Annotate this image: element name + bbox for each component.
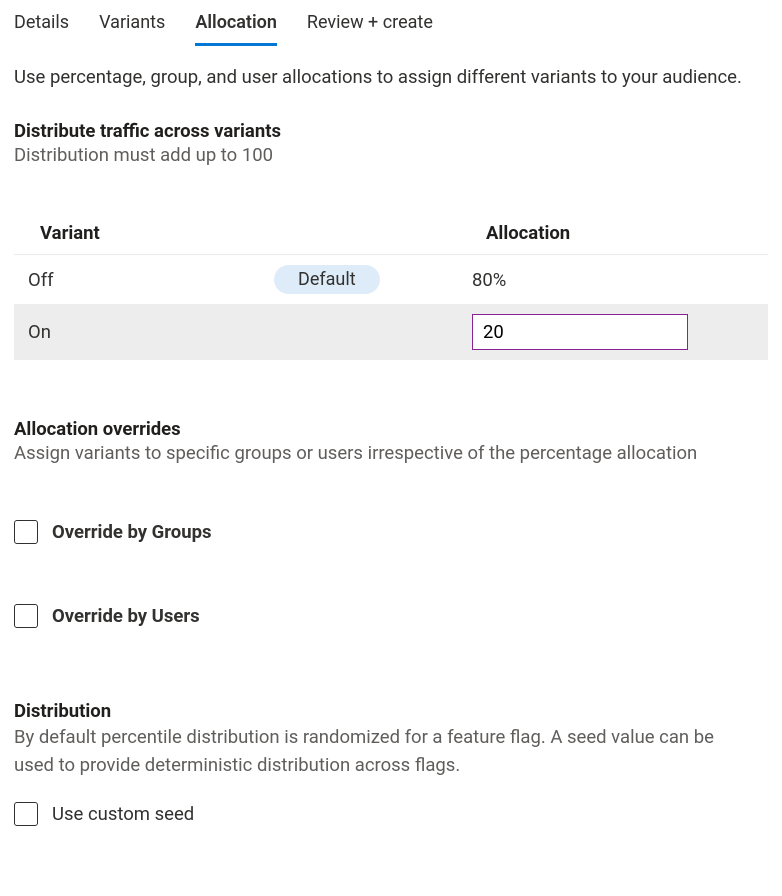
table-row: On [14, 304, 768, 360]
table-header: Variant Allocation [14, 210, 768, 255]
distribution-title: Distribution [14, 700, 768, 722]
override-users-label[interactable]: Override by Users [52, 605, 200, 627]
overrides-subtext: Assign variants to specific groups or us… [14, 442, 714, 464]
content-area: Use percentage, group, and user allocati… [0, 46, 782, 840]
header-allocation: Allocation [486, 222, 756, 244]
intro-text: Use percentage, group, and user allocati… [14, 66, 768, 88]
tab-details[interactable]: Details [14, 12, 69, 46]
distribute-section: Distribute traffic across variants Distr… [14, 120, 768, 360]
override-groups-checkbox[interactable] [14, 520, 38, 544]
override-users-row: Override by Users [14, 604, 768, 628]
table-row: Off Default 80% [14, 255, 768, 304]
allocation-on-cell [472, 314, 756, 350]
distribute-title: Distribute traffic across variants [14, 120, 768, 142]
allocation-input[interactable] [472, 314, 688, 350]
tab-variants[interactable]: Variants [99, 12, 165, 46]
tab-allocation[interactable]: Allocation [195, 12, 277, 46]
allocation-off: 80% [472, 269, 756, 291]
overrides-title: Allocation overrides [14, 418, 768, 440]
tab-review-create[interactable]: Review + create [307, 12, 433, 46]
use-seed-row: Use custom seed [14, 802, 768, 826]
distribution-subtext: By default percentile distribution is ra… [14, 724, 714, 780]
distribute-subtext: Distribution must add up to 100 [14, 144, 768, 166]
use-seed-checkbox[interactable] [14, 802, 38, 826]
distribution-section: Distribution By default percentile distr… [14, 700, 768, 826]
override-groups-row: Override by Groups [14, 520, 768, 544]
header-default-spacer [288, 222, 486, 244]
header-variant: Variant [40, 222, 288, 244]
default-badge: Default [274, 265, 380, 294]
variant-name-on: On [26, 321, 274, 343]
tabs-bar: Details Variants Allocation Review + cre… [0, 0, 782, 46]
default-cell: Default [274, 265, 472, 294]
override-users-checkbox[interactable] [14, 604, 38, 628]
variant-name-off: Off [26, 269, 274, 291]
variants-table: Variant Allocation Off Default 80% On [14, 210, 768, 360]
override-groups-label[interactable]: Override by Groups [52, 521, 211, 543]
overrides-section: Allocation overrides Assign variants to … [14, 418, 768, 628]
use-seed-label[interactable]: Use custom seed [52, 803, 194, 825]
